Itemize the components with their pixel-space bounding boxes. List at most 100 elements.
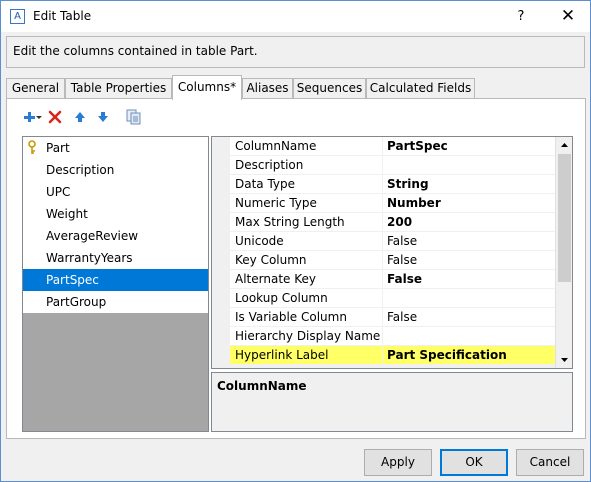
window-title: Edit Table [33,9,92,23]
property-name: ColumnName [230,137,383,156]
column-item-label: PartGroup [46,295,107,309]
property-row[interactable]: Hyperlink Label Part Specification [212,346,556,365]
property-row-margin [212,194,230,213]
column-item-label: Part [46,141,70,155]
tab-aliases[interactable]: Aliases [242,78,293,99]
property-name: Hierarchy Display Name [230,327,383,346]
scrollbar-thumb[interactable] [558,154,571,282]
property-row-margin [212,251,230,270]
property-value[interactable]: False [383,308,556,327]
property-value[interactable] [383,327,556,346]
column-item-part[interactable]: Part [23,137,208,159]
property-row[interactable]: Is Variable Column False [212,308,556,327]
property-row-margin [212,232,230,251]
cancel-button[interactable]: Cancel [516,449,584,476]
column-list-items: Part Description UPC Weight AverageRevie… [23,137,208,313]
property-rows: ColumnName PartSpec Description Data Type St… [212,137,556,365]
dropdown-arrow-icon[interactable] [35,109,43,125]
property-name: Hyperlink Label [230,346,383,365]
close-button[interactable]: ✕ [553,5,583,27]
column-item-description[interactable]: Description [23,159,208,181]
column-item-label: AverageReview [46,229,139,243]
tab-sequences[interactable]: Sequences [293,78,366,99]
ok-button[interactable]: OK [440,449,508,476]
property-name: Key Column [230,251,383,270]
move-down-icon[interactable] [95,109,111,125]
copy-icon[interactable] [125,109,141,125]
column-item-averagereview[interactable]: AverageReview [23,225,208,247]
property-row-margin [212,308,230,327]
property-row[interactable]: Lookup Column [212,289,556,308]
property-name: Numeric Type [230,194,383,213]
property-row[interactable]: Hierarchy Display Name [212,327,556,346]
property-row-margin [212,327,230,346]
property-row[interactable]: Key Column False [212,251,556,270]
tab-strip: General Table Properties Columns* Aliase… [6,75,586,100]
dialog-description: Edit the columns contained in table Part… [13,44,258,58]
property-row-margin [212,175,230,194]
column-item-label: Description [46,163,115,177]
column-list[interactable]: Part Description UPC Weight AverageRevie… [22,136,209,432]
property-name: Unicode [230,232,383,251]
property-description-panel: ColumnName [211,372,573,432]
scroll-up-arrow-icon[interactable] [556,137,572,154]
property-row-margin [212,137,230,156]
tab-calculated-fields[interactable]: Calculated Fields [366,78,475,99]
property-row[interactable]: Description [212,156,556,175]
property-row[interactable]: Data Type String [212,175,556,194]
move-up-icon[interactable] [72,109,88,125]
delete-icon[interactable] [47,109,63,125]
property-value[interactable]: 200 [383,213,556,232]
property-row[interactable]: Alternate Key False [212,270,556,289]
property-value[interactable] [383,289,556,308]
property-row[interactable]: Max String Length 200 [212,213,556,232]
property-name: Alternate Key [230,270,383,289]
columns-tab-panel: Part Description UPC Weight AverageRevie… [6,98,586,439]
apply-button[interactable]: Apply [364,449,432,476]
help-button[interactable]: ? [508,7,534,27]
tab-columns[interactable]: Columns* [172,75,242,100]
title-bar[interactable]: A Edit Table ? ✕ [1,1,590,32]
property-row-margin [212,346,230,365]
tab-table-properties[interactable]: Table Properties [65,78,172,99]
property-value[interactable]: PartSpec [383,137,556,156]
column-item-warrantyyears[interactable]: WarrantyYears [23,247,208,269]
tab-general[interactable]: General [6,78,65,99]
property-row[interactable]: ColumnName PartSpec [212,137,556,156]
property-value[interactable]: String [383,175,556,194]
key-icon [27,140,37,156]
property-row[interactable]: Numeric Type Number [212,194,556,213]
app-icon: A [10,9,25,24]
column-item-label: UPC [46,185,71,199]
property-value[interactable]: False [383,232,556,251]
property-row-margin [212,213,230,232]
column-item-label: PartSpec [46,273,99,287]
column-item-upc[interactable]: UPC [23,181,208,203]
property-name: Max String Length [230,213,383,232]
edit-table-dialog: A Edit Table ? ✕ Edit the columns contai… [0,0,591,482]
dialog-description-panel: Edit the columns contained in table Part… [6,36,585,68]
property-row-margin [212,156,230,175]
property-row-margin [212,289,230,308]
property-value[interactable]: Part Specification [383,346,556,365]
column-item-weight[interactable]: Weight [23,203,208,225]
property-value[interactable]: False [383,270,556,289]
column-item-label: WarrantyYears [46,251,133,265]
column-toolbar [21,109,161,127]
property-name: Is Variable Column [230,308,383,327]
scroll-down-arrow-icon[interactable] [556,351,572,368]
column-item-partgroup[interactable]: PartGroup [23,291,208,313]
column-item-partspec[interactable]: PartSpec [23,269,208,291]
property-value[interactable] [383,156,556,175]
property-value[interactable]: False [383,251,556,270]
property-name: Description [230,156,383,175]
property-name: Lookup Column [230,289,383,308]
property-description-title: ColumnName [217,379,307,393]
property-value[interactable]: Number [383,194,556,213]
property-grid-scrollbar[interactable] [555,137,572,368]
property-grid[interactable]: ColumnName PartSpec Description Data Type St… [211,136,573,369]
property-row[interactable]: Unicode False [212,232,556,251]
property-row-margin [212,270,230,289]
property-name: Data Type [230,175,383,194]
column-item-label: Weight [46,207,88,221]
